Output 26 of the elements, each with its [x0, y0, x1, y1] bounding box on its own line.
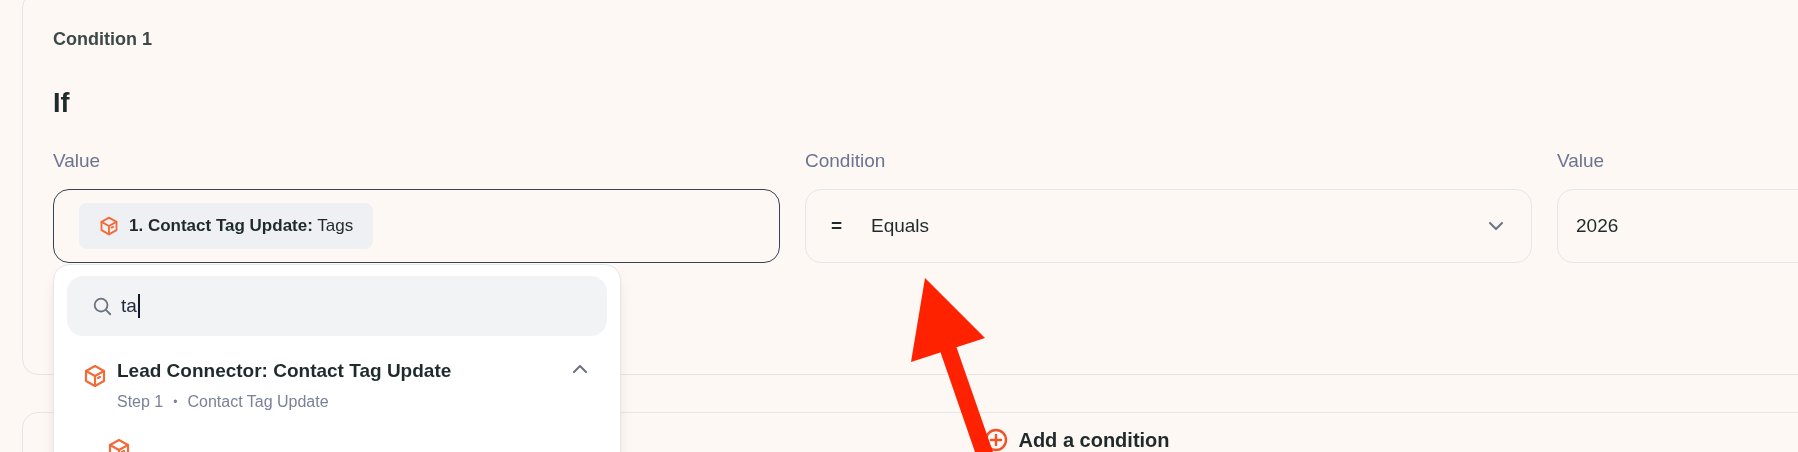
- card-title: Condition 1: [53, 29, 153, 49]
- cube-icon: [83, 364, 107, 388]
- select-value: Equals: [871, 213, 931, 238]
- cube-icon: [99, 216, 119, 236]
- group-title: Lead Connector: Contact Tag Update: [117, 359, 453, 383]
- field-label: Condition: [805, 149, 887, 173]
- field-label: Value: [53, 149, 102, 173]
- equals-symbol: =: [831, 213, 844, 238]
- search-field[interactable]: ta: [67, 276, 607, 336]
- group-subtitle: Contact Tag Update: [187, 392, 329, 412]
- step-label: Step 1: [117, 392, 164, 412]
- field-value: 2026: [1576, 213, 1619, 238]
- if-heading: If: [53, 87, 71, 120]
- add-condition-button[interactable]: Add a condition: [984, 427, 1170, 452]
- plus-circle-icon: [984, 428, 1009, 452]
- condition-select[interactable]: = Equals: [805, 189, 1532, 263]
- variable-chip[interactable]: 1. Contact Tag Update: Tags: [79, 203, 374, 249]
- menu-group[interactable]: Lead Connector: Contact Tag Update Step 1 • Contact Tag Update: [67, 336, 607, 414]
- text-field[interactable]: 2026: [1557, 189, 1798, 263]
- chevron-down-icon: [1489, 221, 1503, 231]
- chevron-up-icon: [573, 364, 587, 373]
- value-field[interactable]: 1. Contact Tag Update: Tags: [53, 189, 780, 263]
- search-text: ta: [121, 294, 140, 318]
- field-label: Value: [1557, 149, 1606, 173]
- search-icon: [91, 295, 113, 317]
- separator-dot: •: [173, 394, 178, 411]
